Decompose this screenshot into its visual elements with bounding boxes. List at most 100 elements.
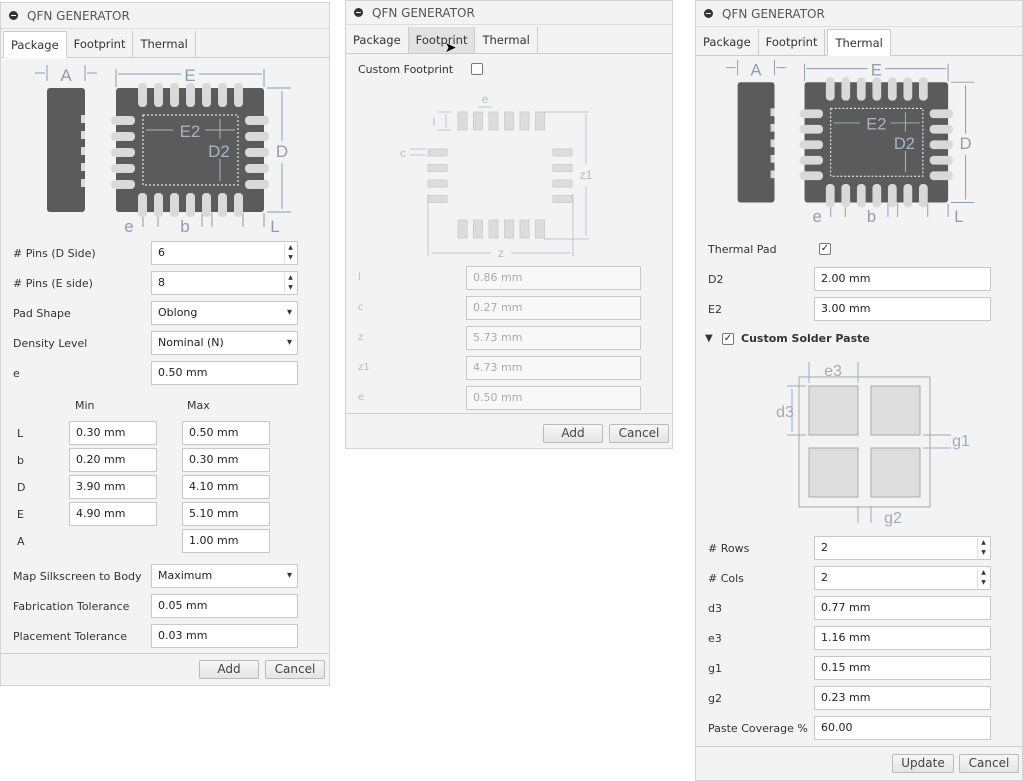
coverage-input[interactable]: 60.00: [814, 716, 991, 740]
pad: [929, 155, 953, 165]
title-bar: QFN GENERATOR: [1, 3, 329, 29]
density-select[interactable]: Nominal (N): [151, 331, 298, 355]
e3-input[interactable]: 1.16 mm: [814, 626, 991, 650]
dim-min-input[interactable]: 3.90 mm: [69, 475, 157, 499]
fp-field-label: z1: [358, 362, 370, 373]
thermal-pad-label: Thermal Pad: [708, 243, 777, 256]
pad: [504, 111, 514, 131]
fp-field-input: 0.50 mm: [466, 386, 641, 410]
dim-max-input[interactable]: 4.10 mm: [182, 475, 270, 499]
tab-package[interactable]: Package: [346, 27, 409, 53]
g1-input[interactable]: 0.15 mm: [814, 656, 991, 680]
e2-input[interactable]: 3.00 mm: [814, 297, 991, 321]
tab-package[interactable]: Package: [696, 29, 759, 55]
stepper-arrows-icon[interactable]: ▲ ▼: [977, 568, 989, 588]
dim-label-A: A: [60, 66, 72, 85]
cols-label: # Cols: [708, 572, 744, 585]
package-diagram-thermal: A E E2 D2 D e b L: [693, 56, 1013, 226]
dim-label: A: [17, 535, 25, 548]
d2-input[interactable]: 2.00 mm: [814, 267, 991, 291]
cols-stepper[interactable]: 2 ▲ ▼: [814, 566, 991, 590]
dim-min-input[interactable]: 0.20 mm: [69, 448, 157, 472]
pad: [799, 171, 823, 181]
footer-divider: [346, 413, 672, 414]
place-tol-input[interactable]: 0.03 mm: [151, 624, 298, 648]
collapse-icon[interactable]: [9, 11, 18, 20]
tab-thermal[interactable]: Thermal: [133, 31, 196, 57]
dim-max-input[interactable]: 0.30 mm: [182, 448, 270, 472]
cancel-button[interactable]: Cancel: [609, 424, 669, 443]
pad: [488, 111, 499, 131]
pad: [799, 124, 823, 134]
pad: [202, 193, 211, 217]
update-button[interactable]: Update: [892, 754, 954, 773]
collapse-icon[interactable]: [354, 8, 363, 17]
pad: [825, 77, 835, 101]
pad: [799, 140, 823, 150]
expand-triangle-icon[interactable]: ▼: [705, 333, 713, 344]
dim-label-D: D: [276, 142, 288, 161]
stepper-arrows-icon[interactable]: ▲ ▼: [977, 538, 989, 558]
pad: [872, 77, 882, 101]
cancel-button[interactable]: Cancel: [265, 660, 325, 679]
tab-package[interactable]: Package: [3, 31, 67, 58]
dim-max-input[interactable]: 0.50 mm: [182, 421, 270, 445]
pad: [856, 77, 866, 101]
pad: [552, 148, 573, 157]
fab-tol-input[interactable]: 0.05 mm: [151, 594, 298, 618]
dim-min-input[interactable]: 0.30 mm: [69, 421, 157, 445]
cancel-button[interactable]: Cancel: [959, 754, 1019, 773]
pad: [245, 180, 269, 189]
silkscreen-label: Map Silkscreen to Body: [13, 569, 142, 583]
footer-divider: [696, 746, 1022, 747]
d3-input[interactable]: 0.77 mm: [814, 596, 991, 620]
dim-max-input[interactable]: 5.10 mm: [182, 502, 270, 526]
g2-input[interactable]: 0.23 mm: [814, 686, 991, 710]
pad: [929, 109, 953, 119]
rows-stepper[interactable]: 2 ▲ ▼: [814, 536, 991, 560]
pad: [872, 184, 882, 208]
pitch-e-input[interactable]: 0.50 mm: [151, 361, 298, 385]
pad: [218, 193, 227, 217]
pad: [887, 184, 897, 208]
cols-value: 2: [821, 571, 828, 584]
tab-footprint[interactable]: Footprint: [67, 31, 134, 57]
fp-label-c: c: [400, 146, 406, 160]
thermal-pad-checkbox[interactable]: ✓: [819, 243, 831, 255]
pad: [111, 180, 135, 189]
tab-footprint[interactable]: Footprint: [759, 29, 826, 55]
dim-max-input[interactable]: 1.00 mm: [182, 529, 270, 553]
tab-footprint[interactable]: Footprint ➤: [408, 27, 476, 56]
pad-shape-select[interactable]: Oblong: [151, 301, 298, 325]
pad: [841, 184, 851, 208]
tab-thermal[interactable]: Thermal: [827, 29, 891, 56]
dim-label-D2: D2: [208, 142, 230, 161]
add-button[interactable]: Add: [543, 424, 603, 443]
collapse-icon[interactable]: [704, 9, 713, 18]
pins-e-stepper[interactable]: 8 ▲ ▼: [151, 271, 298, 295]
pad: [154, 193, 163, 217]
silkscreen-select[interactable]: Maximum: [151, 564, 298, 588]
pad: [919, 184, 928, 208]
pad: [552, 179, 573, 188]
pad: [111, 132, 135, 141]
dim-label-E: E: [184, 66, 195, 85]
footprint-diagram: e l c z1 z: [400, 92, 593, 260]
pad: [427, 148, 448, 157]
custom-footprint-label: Custom Footprint: [358, 63, 454, 76]
pins-d-stepper[interactable]: 6 ▲ ▼: [151, 241, 298, 265]
dim-label-e: e: [813, 208, 822, 223]
stepper-arrows-icon[interactable]: ▲ ▼: [284, 243, 296, 263]
fp-label-l: l: [433, 115, 436, 129]
custom-footprint-checkbox[interactable]: [471, 63, 483, 75]
dim-label: L: [17, 427, 24, 440]
custom-paste-checkbox[interactable]: ✓: [722, 333, 734, 345]
qfn-panel-thermal: QFN GENERATOR Package Footprint Thermal …: [695, 0, 1023, 781]
tab-thermal[interactable]: Thermal: [475, 27, 538, 53]
pad: [186, 83, 195, 107]
pad: [218, 83, 227, 107]
stepper-arrows-icon[interactable]: ▲ ▼: [284, 273, 296, 293]
dim-min-input[interactable]: 4.90 mm: [69, 502, 157, 526]
add-button[interactable]: Add: [199, 660, 259, 679]
dim-label-E: E: [871, 61, 882, 79]
